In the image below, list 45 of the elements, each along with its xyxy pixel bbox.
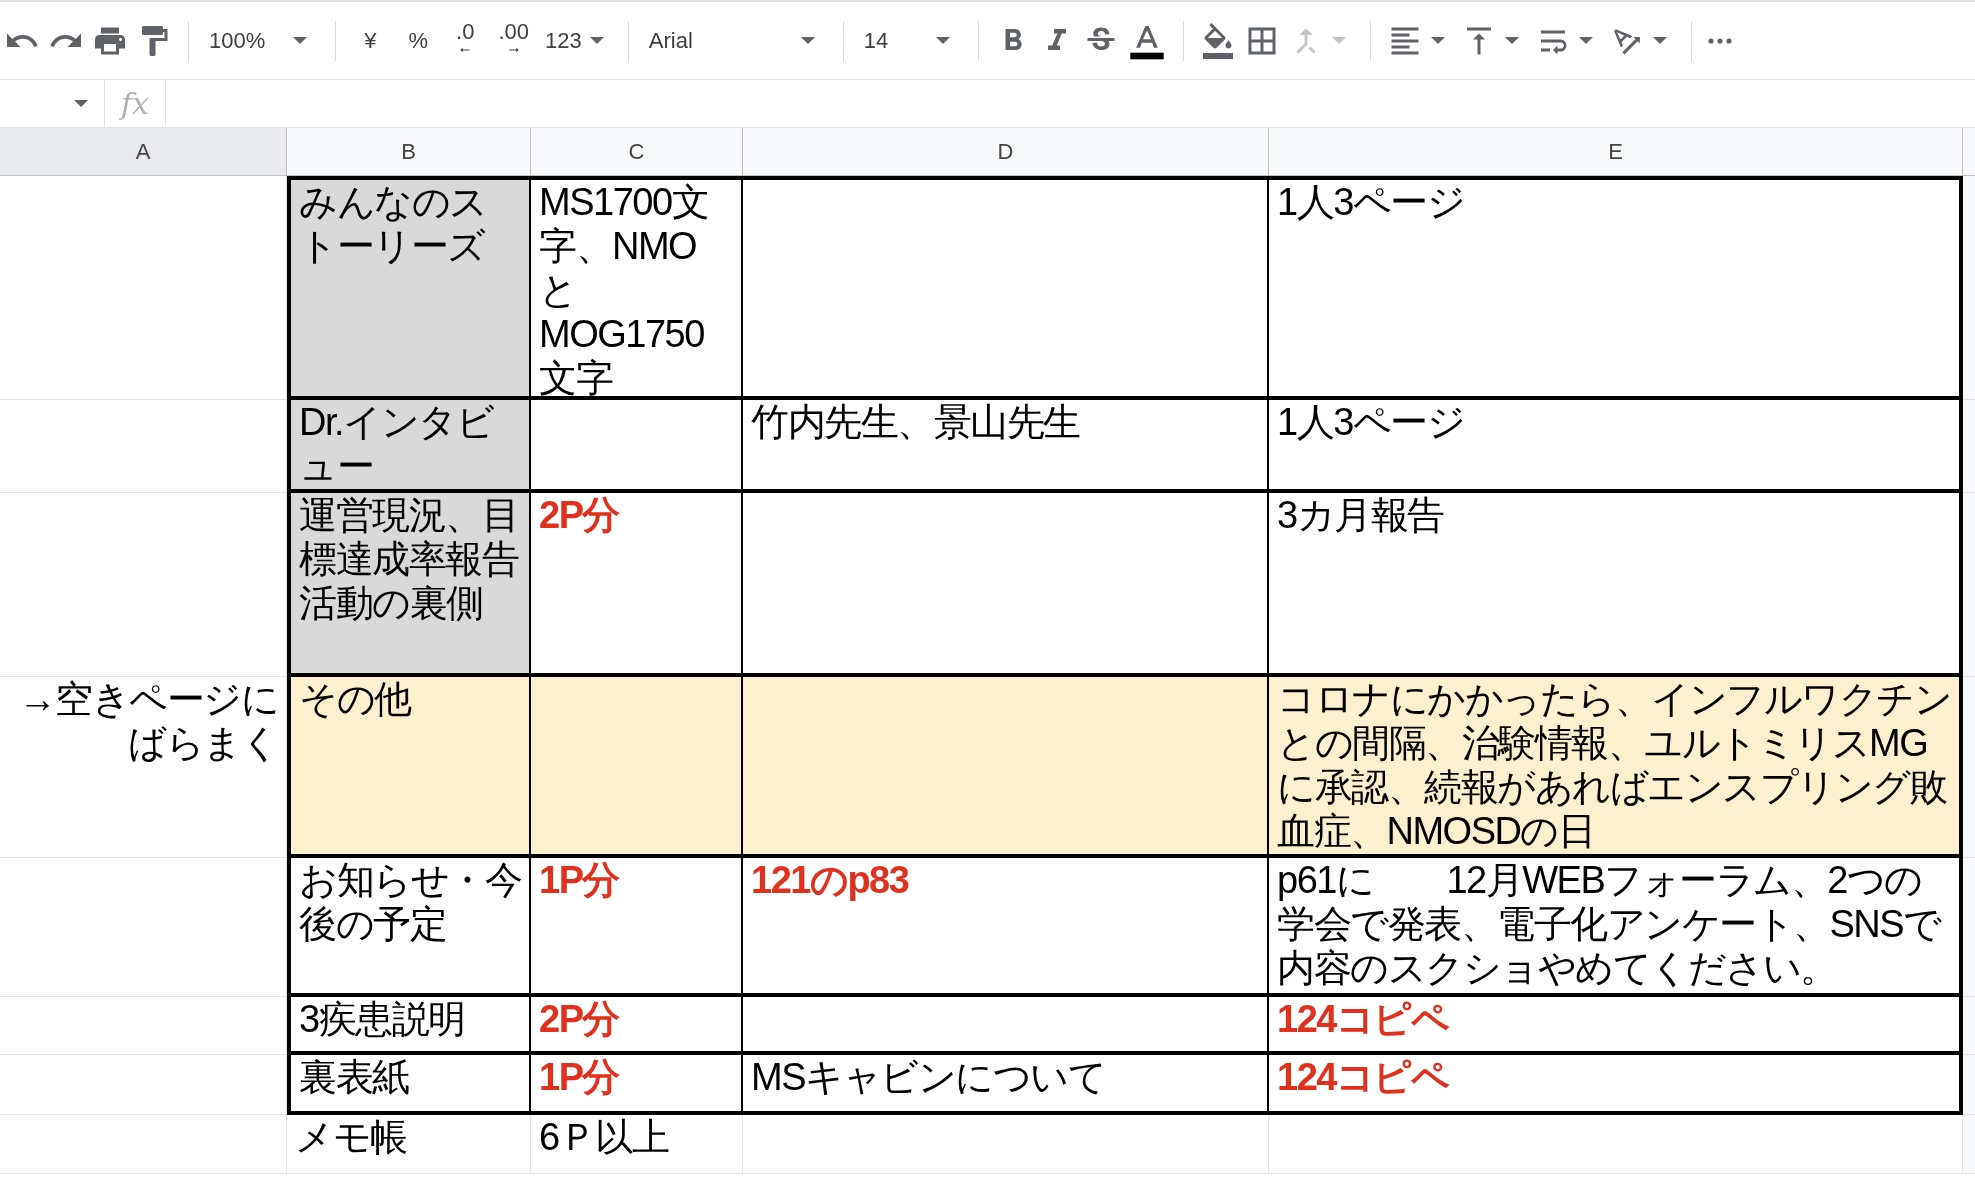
font-dropdown[interactable]: Arial <box>640 20 831 61</box>
table-cell: MSキャビンについて <box>743 1055 1269 1115</box>
table-cell: 121のp83 <box>743 858 1269 997</box>
column-header[interactable]: D <box>743 128 1269 176</box>
more-icon <box>1707 37 1732 44</box>
caret-icon <box>1504 37 1519 44</box>
caret-icon <box>1578 37 1593 44</box>
decrease-decimals-button[interactable]: .0 <box>444 20 487 61</box>
caret-icon <box>800 37 815 44</box>
fx-label: fx <box>105 81 167 126</box>
table-cell: みんなのストーリーズ <box>287 176 531 400</box>
table-cell <box>1963 997 1975 1055</box>
column-header[interactable]: C <box>531 128 743 176</box>
table-cell: Dr.インタビュー <box>287 400 531 493</box>
table-cell: お知らせ・今後の予定 <box>287 858 531 997</box>
caret-icon <box>1331 37 1346 44</box>
caret-icon <box>589 37 604 44</box>
zoom-dropdown[interactable]: 100% <box>201 20 324 61</box>
caret-icon <box>935 37 950 44</box>
currency-button[interactable]: ¥ <box>348 20 393 61</box>
caret-icon <box>293 37 308 44</box>
column-header[interactable]: B <box>287 128 531 176</box>
column-header[interactable]: E <box>1269 128 1963 176</box>
column-header[interactable]: A <box>0 128 287 176</box>
table-cell: 3疾患説明 <box>287 997 531 1055</box>
caret-icon <box>1430 37 1445 44</box>
font-size-dropdown[interactable]: 14 <box>855 20 966 61</box>
table-cell <box>1963 1055 1975 1115</box>
caret-icon <box>1652 37 1667 44</box>
percent-button[interactable]: % <box>392 20 445 61</box>
table-cell: 1P分 <box>531 858 743 997</box>
caret-icon <box>74 100 88 107</box>
table-cell: 裏表紙 <box>287 1055 531 1115</box>
table-cell: 124コピペ <box>1269 997 1963 1055</box>
table-cell: 竹内先生、景山先生 <box>743 400 1269 493</box>
table-cell: 運営現況、目標達成率報告活動の裏側 <box>287 493 531 677</box>
table-cell: 1P分 <box>531 1055 743 1115</box>
number-format-dropdown[interactable]: 123 <box>541 20 616 61</box>
increase-decimals-button[interactable]: .00 <box>486 20 542 61</box>
table-cell: 124コピペ <box>1269 1055 1963 1115</box>
table-cell: 2P分 <box>531 997 743 1055</box>
table-cell: 6Ｐ以上 <box>531 1115 743 1174</box>
table-cell: MS1700文字、NMOとMOG1750文字 <box>531 176 743 400</box>
table-cell: その他 <box>287 677 531 858</box>
table-cell: メモ帳 <box>287 1115 531 1174</box>
